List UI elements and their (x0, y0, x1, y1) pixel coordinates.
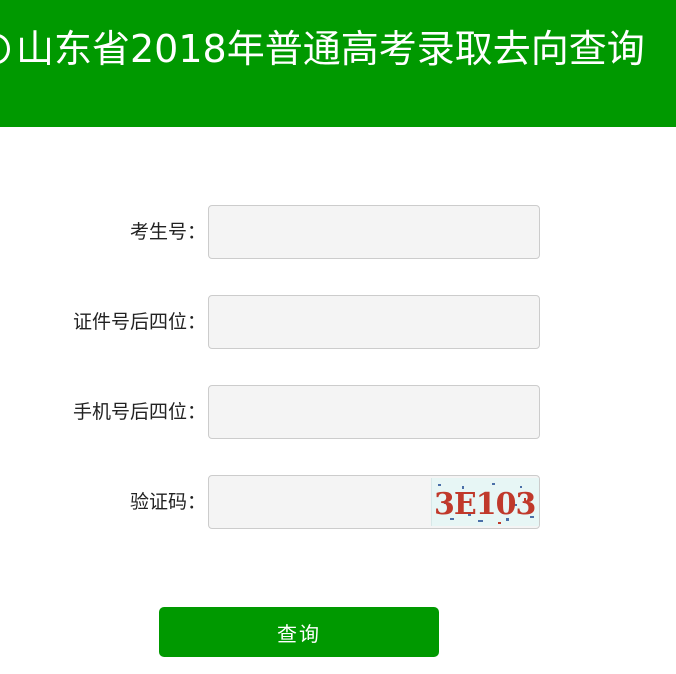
exam-number-row: 考生号： (0, 205, 676, 259)
captcha-graphic: 3E103 (434, 483, 536, 524)
page-title: 山东省2018年普通高考录取去向查询 (16, 27, 645, 71)
page-title-wrapper: 山东省2018年普通高考录取去向查询 (0, 24, 645, 74)
exam-number-input[interactable] (208, 205, 540, 259)
phone-last4-row: 手机号后四位： (0, 385, 676, 439)
captcha-row: 验证码： 3E103 (0, 475, 676, 529)
id-last4-label: 证件号后四位： (72, 311, 206, 333)
captcha-label: 验证码： (129, 491, 206, 513)
id-last4-row: 证件号后四位： (0, 295, 676, 349)
phone-last4-label: 手机号后四位： (72, 401, 206, 423)
phone-last4-input[interactable] (208, 385, 540, 439)
captcha-text: 3E103 (434, 487, 535, 522)
exam-number-label: 考生号： (129, 221, 206, 243)
page-header: 山东省2018年普通高考录取去向查询 (0, 0, 676, 127)
id-last4-input[interactable] (208, 295, 540, 349)
query-button[interactable]: 查询 (159, 607, 439, 657)
circle-emblem-icon (0, 33, 10, 64)
captcha-image[interactable]: 3E103 (431, 478, 539, 526)
